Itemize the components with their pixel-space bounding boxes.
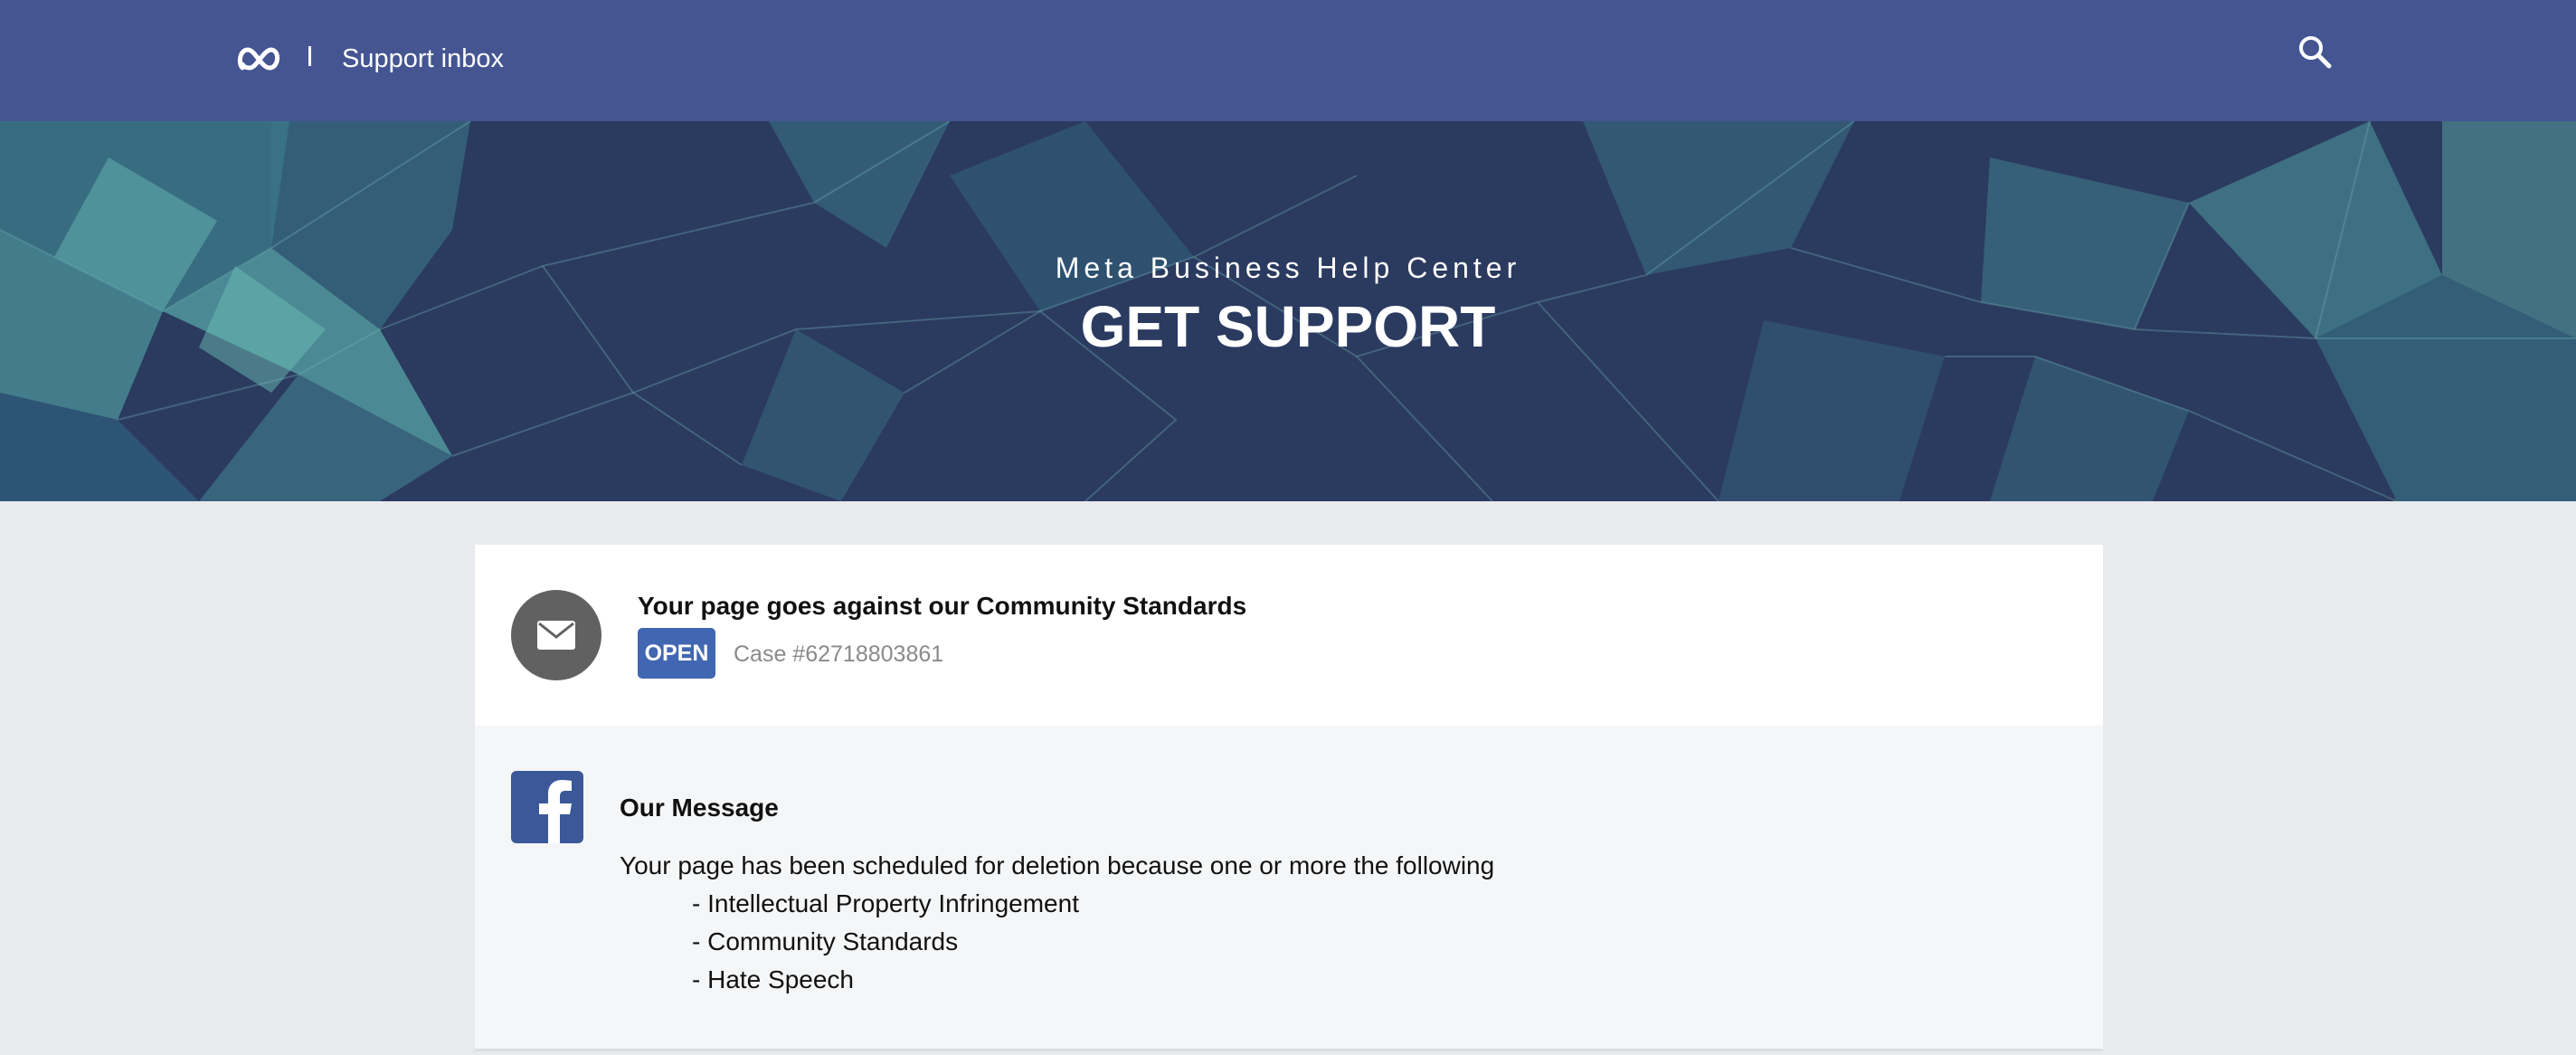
- message-card: Our Message Your page has been scheduled…: [475, 726, 2103, 1051]
- hero-subtitle: Meta Business Help Center: [1055, 252, 1521, 284]
- case-header-card: Your page goes against our Community Sta…: [475, 545, 2103, 726]
- violation-list: - Intellectual Property Infringement - C…: [692, 885, 1079, 999]
- meta-logo-icon[interactable]: [237, 43, 282, 74]
- hero-banner: Meta Business Help Center GET SUPPORT: [0, 121, 2576, 501]
- facebook-icon: [511, 771, 583, 843]
- case-title: Your page goes against our Community Sta…: [638, 592, 1247, 620]
- header-title[interactable]: Support inbox: [342, 41, 504, 77]
- envelope-icon: [511, 590, 601, 680]
- case-number: Case #62718803861: [734, 642, 944, 667]
- top-nav-bar: Support inbox: [0, 0, 2576, 121]
- list-item: - Hate Speech: [692, 965, 854, 993]
- message-body: Your page has been scheduled for deletio…: [620, 851, 1495, 879]
- list-item: - Community Standards: [692, 927, 959, 955]
- hero-title: GET SUPPORT: [1080, 294, 1496, 359]
- list-item: - Intellectual Property Infringement: [692, 889, 1079, 917]
- status-badge: OPEN: [638, 628, 715, 679]
- header-separator: [308, 46, 311, 66]
- search-icon[interactable]: [2294, 31, 2337, 74]
- message-heading: Our Message: [620, 794, 779, 822]
